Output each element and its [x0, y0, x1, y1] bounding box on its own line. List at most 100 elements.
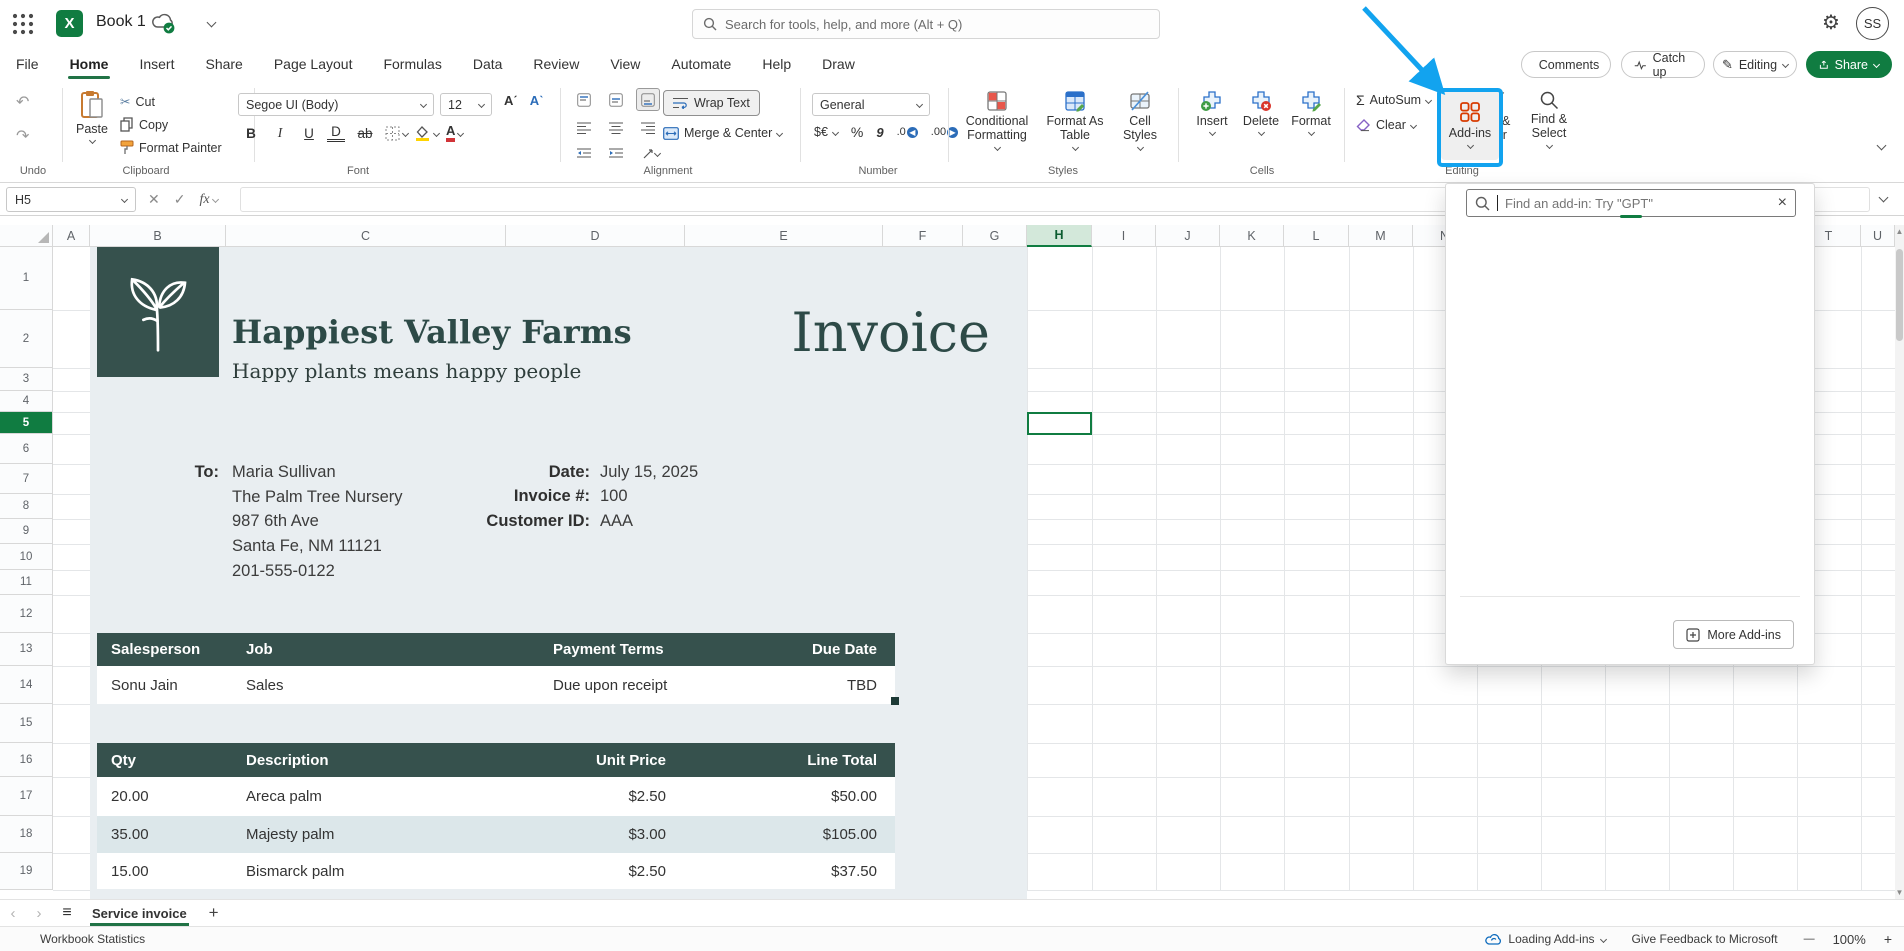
fill-color-button[interactable] [415, 126, 439, 141]
table-header-cell[interactable]: Qty [97, 743, 232, 777]
column-header-G[interactable]: G [963, 225, 1027, 247]
scroll-down-icon[interactable]: ▼ [1895, 888, 1904, 897]
decrease-indent-button[interactable] [572, 142, 596, 165]
catch-up-button[interactable]: Catch up [1621, 51, 1705, 78]
formula-bar-expand-chevron-icon[interactable] [1879, 193, 1889, 203]
column-header-B[interactable]: B [90, 225, 226, 247]
row-header-16[interactable]: 16 [0, 743, 53, 777]
table-cell[interactable]: $2.50 [545, 853, 680, 889]
clear-search-icon[interactable]: × [1778, 195, 1787, 211]
grow-font-button[interactable]: Aˊ [504, 93, 518, 108]
row-header-7[interactable]: 7 [0, 464, 53, 494]
bold-button[interactable]: B [240, 126, 262, 141]
zoom-out-icon[interactable]: — [1804, 933, 1815, 945]
table-header-cell[interactable]: Salesperson [97, 633, 232, 666]
menu-tab-view[interactable]: View [608, 52, 642, 76]
row-header-5[interactable]: 5 [0, 412, 53, 434]
row-header-15[interactable]: 15 [0, 704, 53, 743]
add-in-search-box[interactable]: × [1466, 189, 1796, 217]
table-cell[interactable]: 15.00 [97, 853, 232, 889]
table-header-cell[interactable]: Due Date [785, 633, 895, 666]
table-cell[interactable]: $105.00 [680, 816, 895, 853]
table-cell[interactable]: $37.50 [680, 853, 895, 889]
row-header-9[interactable]: 9 [0, 519, 53, 544]
table-cell[interactable]: $50.00 [680, 777, 895, 816]
italic-button[interactable]: I [269, 125, 291, 141]
increase-indent-button[interactable] [604, 142, 628, 165]
row-header-3[interactable]: 3 [0, 368, 53, 391]
add-sheet-icon[interactable]: + [209, 903, 219, 923]
table-cell[interactable]: Majesty palm [232, 816, 545, 853]
menu-tab-draw[interactable]: Draw [820, 52, 857, 76]
decrease-decimal-button[interactable]: .0◀ [897, 126, 918, 138]
double-underline-button[interactable]: D [327, 124, 345, 142]
comma-style-button[interactable]: 9 [876, 125, 883, 140]
top-search-box[interactable]: Search for tools, help, and more (Alt + … [692, 9, 1160, 39]
menu-tab-insert[interactable]: Insert [137, 52, 176, 76]
menu-tab-formulas[interactable]: Formulas [381, 52, 443, 76]
menu-tab-home[interactable]: Home [68, 52, 111, 76]
table-cell[interactable]: 20.00 [97, 777, 232, 816]
redo-icon[interactable]: ↷ [16, 126, 29, 146]
accounting-format-button[interactable]: $€ [814, 125, 838, 139]
table-cell[interactable]: 35.00 [97, 816, 232, 853]
insert-cells-button[interactable]: Insert [1190, 90, 1234, 135]
feedback-link[interactable]: Give Feedback to Microsoft [1632, 932, 1778, 946]
settings-gear-icon[interactable]: ⚙ [1822, 10, 1840, 35]
menu-tab-page-layout[interactable]: Page Layout [272, 52, 355, 76]
ribbon-collapse-chevron-icon[interactable] [1877, 141, 1887, 151]
font-name-select[interactable]: Segoe UI (Body) [238, 93, 434, 116]
column-header-K[interactable]: K [1220, 225, 1284, 247]
percent-style-button[interactable]: % [851, 124, 863, 140]
row-header-11[interactable]: 11 [0, 570, 53, 595]
insert-function-button[interactable]: fx [199, 192, 217, 208]
row-header-1[interactable]: 1 [0, 247, 53, 310]
autosum-button[interactable]: Σ AutoSum [1356, 92, 1431, 108]
row-header-19[interactable]: 19 [0, 853, 53, 890]
clear-button[interactable]: Clear [1356, 118, 1431, 132]
column-header-E[interactable]: E [685, 225, 883, 247]
menu-tab-review[interactable]: Review [531, 52, 581, 76]
format-as-table-button[interactable]: Format As Table [1042, 90, 1108, 150]
menu-tab-share[interactable]: Share [203, 52, 244, 76]
menu-tab-help[interactable]: Help [760, 52, 793, 76]
table-header-cell[interactable]: Line Total [680, 743, 895, 777]
cell-styles-button[interactable]: Cell Styles [1112, 90, 1168, 150]
table-cell[interactable]: Sonu Jain [97, 666, 232, 704]
wrap-text-button[interactable]: Wrap Text [663, 90, 760, 116]
row-header-8[interactable]: 8 [0, 494, 53, 519]
orientation-button[interactable] [636, 142, 666, 165]
table-cell[interactable]: Sales [232, 666, 539, 704]
row-header-12[interactable]: 12 [0, 595, 53, 633]
font-color-button[interactable]: A [446, 124, 463, 142]
row-header-4[interactable]: 4 [0, 391, 53, 412]
align-middle-button[interactable] [604, 88, 628, 111]
table-cell[interactable]: Areca palm [232, 777, 545, 816]
table-header-cell[interactable]: Unit Price [545, 743, 680, 777]
zoom-in-icon[interactable]: + [1884, 931, 1892, 947]
align-center-button[interactable] [604, 116, 628, 139]
row-header-10[interactable]: 10 [0, 544, 53, 570]
strikethrough-button[interactable]: ab [352, 126, 378, 141]
zoom-level[interactable]: 100% [1833, 932, 1866, 947]
column-header-J[interactable]: J [1156, 225, 1220, 247]
table-header-cell[interactable]: Payment Terms [539, 633, 785, 666]
format-painter-button[interactable]: Format Painter [120, 140, 222, 155]
format-cells-button[interactable]: Format [1288, 90, 1334, 135]
table-cell[interactable]: $2.50 [545, 777, 680, 816]
all-sheets-icon[interactable]: ≡ [52, 904, 82, 922]
font-size-select[interactable]: 12 [440, 93, 492, 116]
select-all-corner[interactable] [0, 225, 53, 247]
column-header-C[interactable]: C [226, 225, 506, 247]
cancel-entry-icon[interactable]: ✕ [148, 191, 160, 208]
column-header-H[interactable]: H [1027, 225, 1092, 247]
editing-mode-button[interactable]: ✎ Editing [1713, 51, 1797, 78]
more-add-ins-button[interactable]: More Add-ins [1673, 620, 1794, 649]
find-select-button[interactable]: Find & Select [1524, 90, 1574, 148]
conditional-formatting-button[interactable]: Conditional Formatting [958, 90, 1036, 150]
loading-add-ins[interactable]: Loading Add-ins [1485, 932, 1605, 946]
align-left-button[interactable] [572, 116, 596, 139]
excel-logo[interactable]: X [56, 10, 83, 37]
document-title[interactable]: Book 1 [96, 13, 146, 31]
workbook-statistics[interactable]: Workbook Statistics [40, 932, 145, 946]
